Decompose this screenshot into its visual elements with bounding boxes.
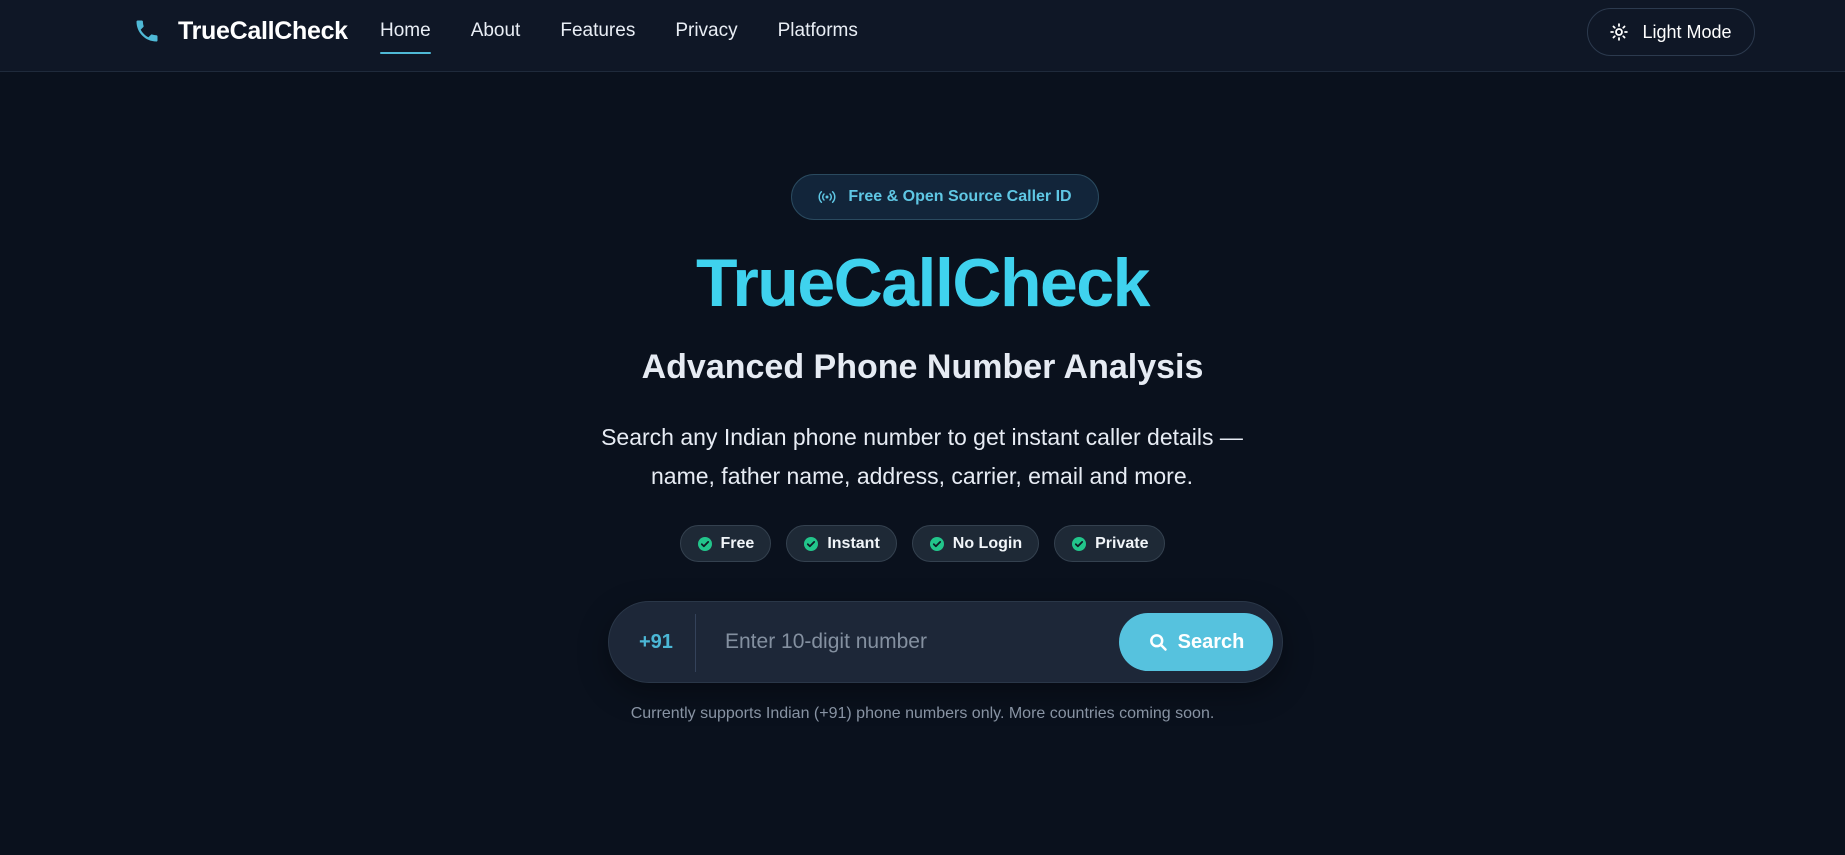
hero-subtitle: Advanced Phone Number Analysis [641, 348, 1204, 386]
hero-description: Search any Indian phone number to get in… [601, 424, 1243, 489]
nav-home[interactable]: Home [380, 14, 431, 54]
check-circle-icon [697, 536, 712, 551]
prefix-divider [695, 614, 696, 672]
broadcast-icon [818, 190, 836, 204]
check-circle-icon [804, 536, 819, 551]
country-code-prefix: +91 [639, 630, 673, 653]
feature-chips: Free Instant No Login Private [0, 525, 1845, 562]
brand[interactable]: TrueCallCheck [132, 0, 348, 62]
chip-label: No Login [952, 534, 1023, 552]
light-mode-toggle[interactable]: Light Mode [1587, 8, 1755, 56]
search-icon [1148, 632, 1168, 652]
brand-name: TrueCallCheck [178, 16, 348, 45]
nav-about[interactable]: About [471, 14, 521, 48]
nav-platforms[interactable]: Platforms [778, 14, 858, 48]
chip-label: Private [1095, 534, 1149, 552]
phone-search-form: +91 Search [608, 601, 1283, 683]
nav-links: Home About Features Privacy Platforms [380, 0, 858, 62]
phone-number-input[interactable] [725, 622, 1125, 662]
chip-label: Instant [827, 534, 880, 552]
check-circle-icon [1072, 536, 1087, 551]
chip-instant: Instant [786, 525, 897, 562]
navbar: TrueCallCheck Home About Features Privac… [0, 0, 1845, 72]
search-button-label: Search [1177, 630, 1245, 653]
sun-icon [1610, 23, 1629, 41]
search-button[interactable]: Search [1119, 613, 1273, 671]
light-mode-label: Light Mode [1642, 21, 1732, 42]
nav-features[interactable]: Features [560, 14, 635, 48]
hero-badge-label: Free & Open Source Caller ID [848, 188, 1072, 205]
chip-free: Free [679, 525, 772, 562]
chip-label: Free [720, 534, 755, 552]
chip-private: Private [1054, 525, 1166, 562]
hero-title: TrueCallCheck [696, 245, 1150, 321]
check-circle-icon [929, 536, 944, 551]
phone-icon [132, 16, 162, 46]
support-note: Currently supports Indian (+91) phone nu… [630, 705, 1215, 722]
chip-no-login: No Login [911, 525, 1040, 562]
hero-badge: Free & Open Source Caller ID [791, 174, 1099, 220]
nav-privacy[interactable]: Privacy [675, 14, 737, 48]
